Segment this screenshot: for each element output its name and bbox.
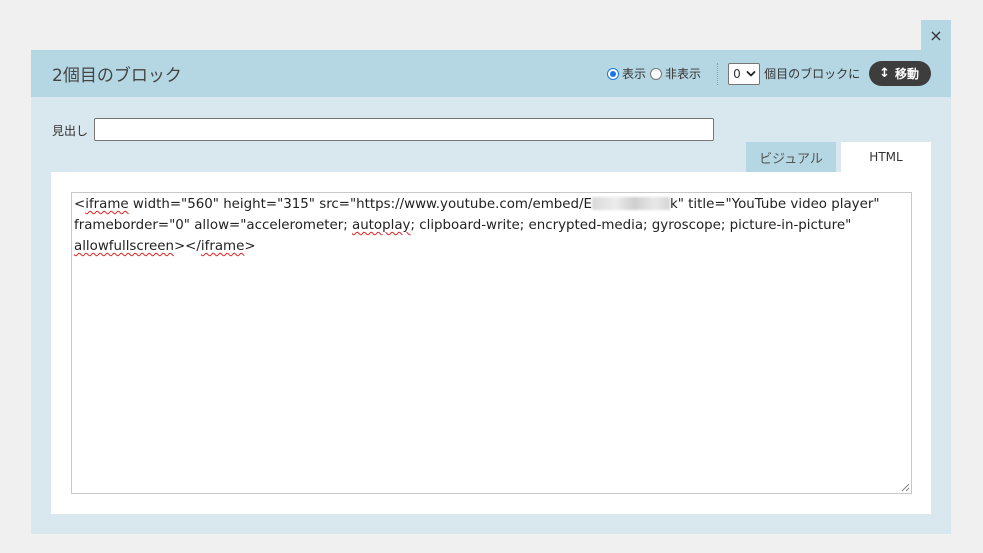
position-suffix-label: 個目のブロックに xyxy=(764,67,861,81)
chevron-down-icon xyxy=(746,70,756,76)
resize-handle-icon[interactable] xyxy=(900,482,910,492)
divider xyxy=(717,62,719,85)
move-button[interactable]: ↕ 移動 xyxy=(869,61,931,86)
code-line: frameborder="0" allow="accelerometer; au… xyxy=(74,218,852,233)
hide-radio[interactable] xyxy=(650,67,663,80)
hide-radio-label[interactable]: 非表示 xyxy=(665,65,701,82)
editor-container: <iframe width="560" height="315" src="ht… xyxy=(51,172,931,514)
move-button-label: 移動 xyxy=(894,67,919,81)
show-radio[interactable] xyxy=(607,67,620,80)
panel-header: 2個目のブロック 表示 非表示 0 個目のブロックに ↕ 移動 xyxy=(31,50,951,97)
html-code-textarea[interactable]: <iframe width="560" height="315" src="ht… xyxy=(71,192,912,494)
position-select-value: 0 xyxy=(733,66,741,81)
visibility-radio-group: 表示 非表示 xyxy=(607,65,705,82)
heading-label: 見出し xyxy=(52,124,89,138)
code-line: allowfullscreen></iframe> xyxy=(74,239,256,254)
position-select[interactable]: 0 xyxy=(728,62,761,85)
block-title: 2個目のブロック xyxy=(52,66,182,86)
close-button[interactable]: × xyxy=(921,20,951,50)
heading-input[interactable] xyxy=(94,118,714,141)
block-editor-panel: 2個目のブロック 表示 非表示 0 個目のブロックに ↕ 移動 見出し ビジュア… xyxy=(31,50,951,534)
show-radio-label[interactable]: 表示 xyxy=(622,65,646,82)
up-down-arrow-icon: ↕ xyxy=(879,66,890,81)
redacted-video-id xyxy=(591,197,670,210)
close-icon: × xyxy=(929,25,943,45)
code-line: <iframe width="560" height="315" src="ht… xyxy=(74,197,880,212)
header-controls: 表示 非表示 0 個目のブロックに ↕ 移動 xyxy=(607,59,931,88)
tab-html[interactable]: HTML xyxy=(841,142,931,172)
tab-visual[interactable]: ビジュアル xyxy=(746,142,836,172)
